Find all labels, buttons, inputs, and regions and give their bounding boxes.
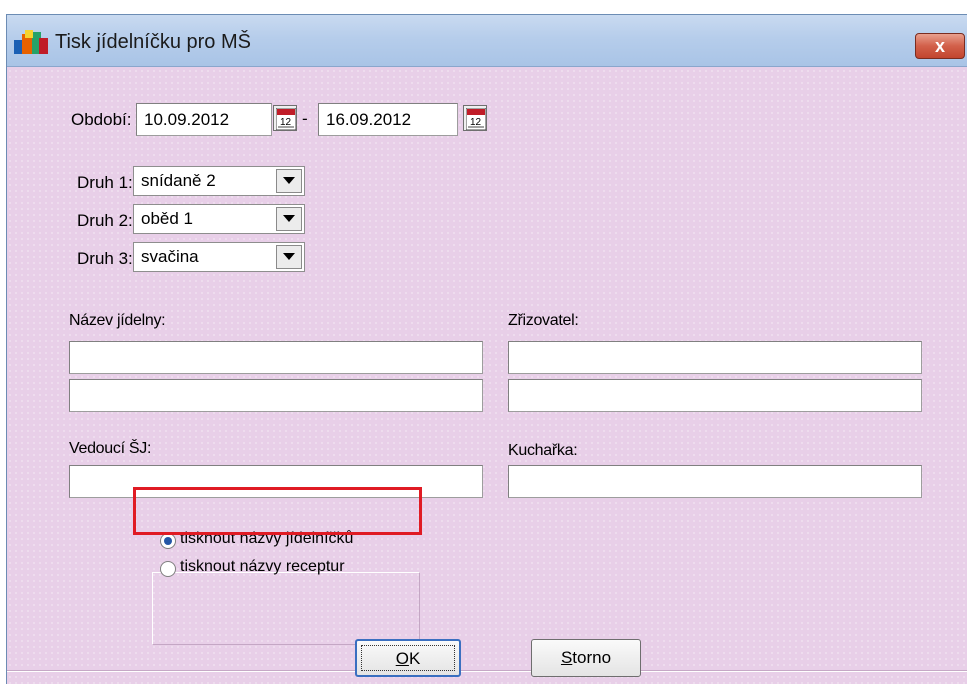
cancel-label-rest: torno	[572, 648, 612, 667]
kind-2-dropdown-button[interactable]	[276, 207, 302, 231]
ok-button[interactable]: OK	[355, 639, 461, 677]
calendar-to-button[interactable]: 12	[463, 105, 487, 131]
kind-2-select[interactable]: oběd 1	[133, 204, 305, 234]
cancel-button[interactable]: Storno	[531, 639, 641, 677]
period-separator: -	[302, 109, 308, 128]
kind-2-value: oběd 1	[141, 209, 193, 228]
kind-3-select[interactable]: svačina	[133, 242, 305, 272]
chevron-down-icon	[283, 177, 295, 184]
calendar-from-button[interactable]: 12	[273, 105, 297, 131]
canteen-name-field-2[interactable]	[69, 379, 483, 412]
canteen-name-field-1[interactable]	[69, 341, 483, 374]
calendar-icon: 12	[276, 108, 296, 130]
kind-1-label: Druh 1:	[77, 173, 133, 192]
calendar-icon: 12	[466, 108, 486, 130]
kind-1-dropdown-button[interactable]	[276, 169, 302, 193]
highlight-box	[133, 487, 422, 535]
kind-3-label: Druh 3:	[77, 249, 133, 268]
period-label: Období:	[71, 110, 132, 129]
ok-label-rest: K	[408, 649, 421, 668]
chevron-down-icon	[283, 253, 295, 260]
period-to-field[interactable]: 16.09.2012	[318, 103, 458, 136]
close-icon: x	[934, 36, 945, 56]
period-from-field[interactable]: 10.09.2012	[136, 103, 272, 136]
close-button[interactable]: x	[915, 33, 965, 59]
dialog-body: Období: 10.09.2012 12 - 16.09.2012 12 Dr…	[7, 68, 967, 684]
radio-print-menu-names[interactable]	[160, 533, 176, 549]
canteen-name-label: Název jídelny:	[69, 312, 166, 329]
kind-1-select[interactable]: snídaně 2	[133, 166, 305, 196]
cook-field[interactable]	[508, 465, 922, 498]
head-label: Vedoucí ŠJ:	[69, 440, 152, 457]
cook-label: Kuchařka:	[508, 442, 578, 459]
kind-1-value: snídaně 2	[141, 171, 216, 190]
svg-text:12: 12	[280, 117, 292, 128]
ok-accel: O	[395, 649, 409, 668]
chevron-down-icon	[283, 215, 295, 222]
separator	[7, 670, 967, 672]
radio-print-recipe-names-label[interactable]: tisknout názvy receptur	[180, 558, 345, 576]
kind-3-dropdown-button[interactable]	[276, 245, 302, 269]
radio-print-recipe-names[interactable]	[160, 561, 176, 577]
print-menu-dialog: Tisk jídelníčku pro MŠ x Období: 10.09.2…	[6, 14, 967, 684]
svg-text:12: 12	[470, 117, 482, 128]
app-icon	[14, 30, 48, 54]
cancel-accel: S	[560, 648, 573, 667]
founder-label: Zřizovatel:	[508, 312, 579, 329]
print-options-group	[152, 572, 420, 645]
founder-field-1[interactable]	[508, 341, 922, 374]
founder-field-2[interactable]	[508, 379, 922, 412]
kind-3-value: svačina	[141, 247, 199, 266]
title-bar[interactable]: Tisk jídelníčku pro MŠ x	[7, 15, 967, 67]
window-title: Tisk jídelníčku pro MŠ	[55, 31, 251, 53]
kind-2-label: Druh 2:	[77, 211, 133, 230]
